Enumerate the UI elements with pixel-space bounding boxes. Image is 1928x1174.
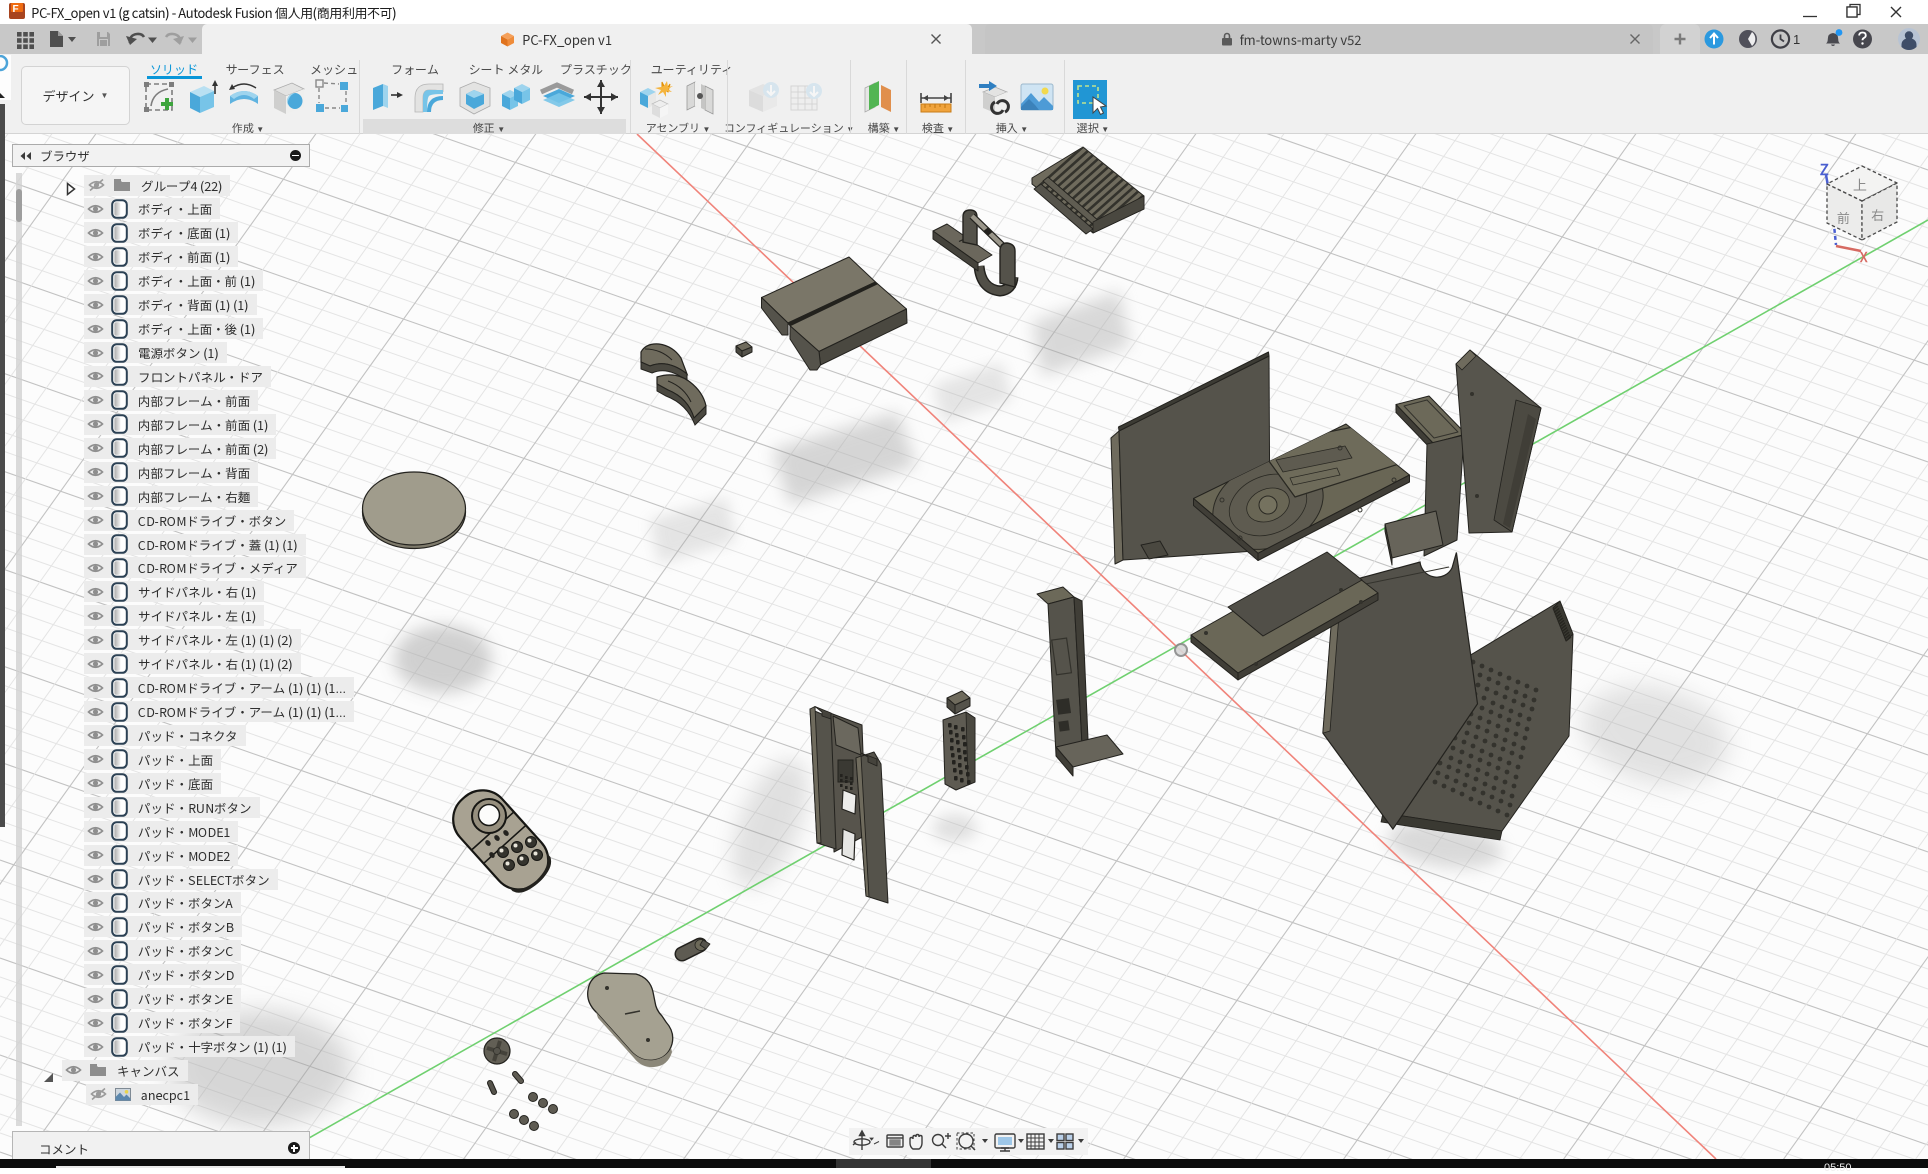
svg-text:上: 上: [1853, 175, 1867, 195]
svg-text:Z: Z: [1820, 159, 1830, 180]
svg-text:前: 前: [1837, 208, 1850, 227]
svg-text:右: 右: [1871, 205, 1884, 224]
svg-text:X: X: [1859, 247, 1868, 266]
